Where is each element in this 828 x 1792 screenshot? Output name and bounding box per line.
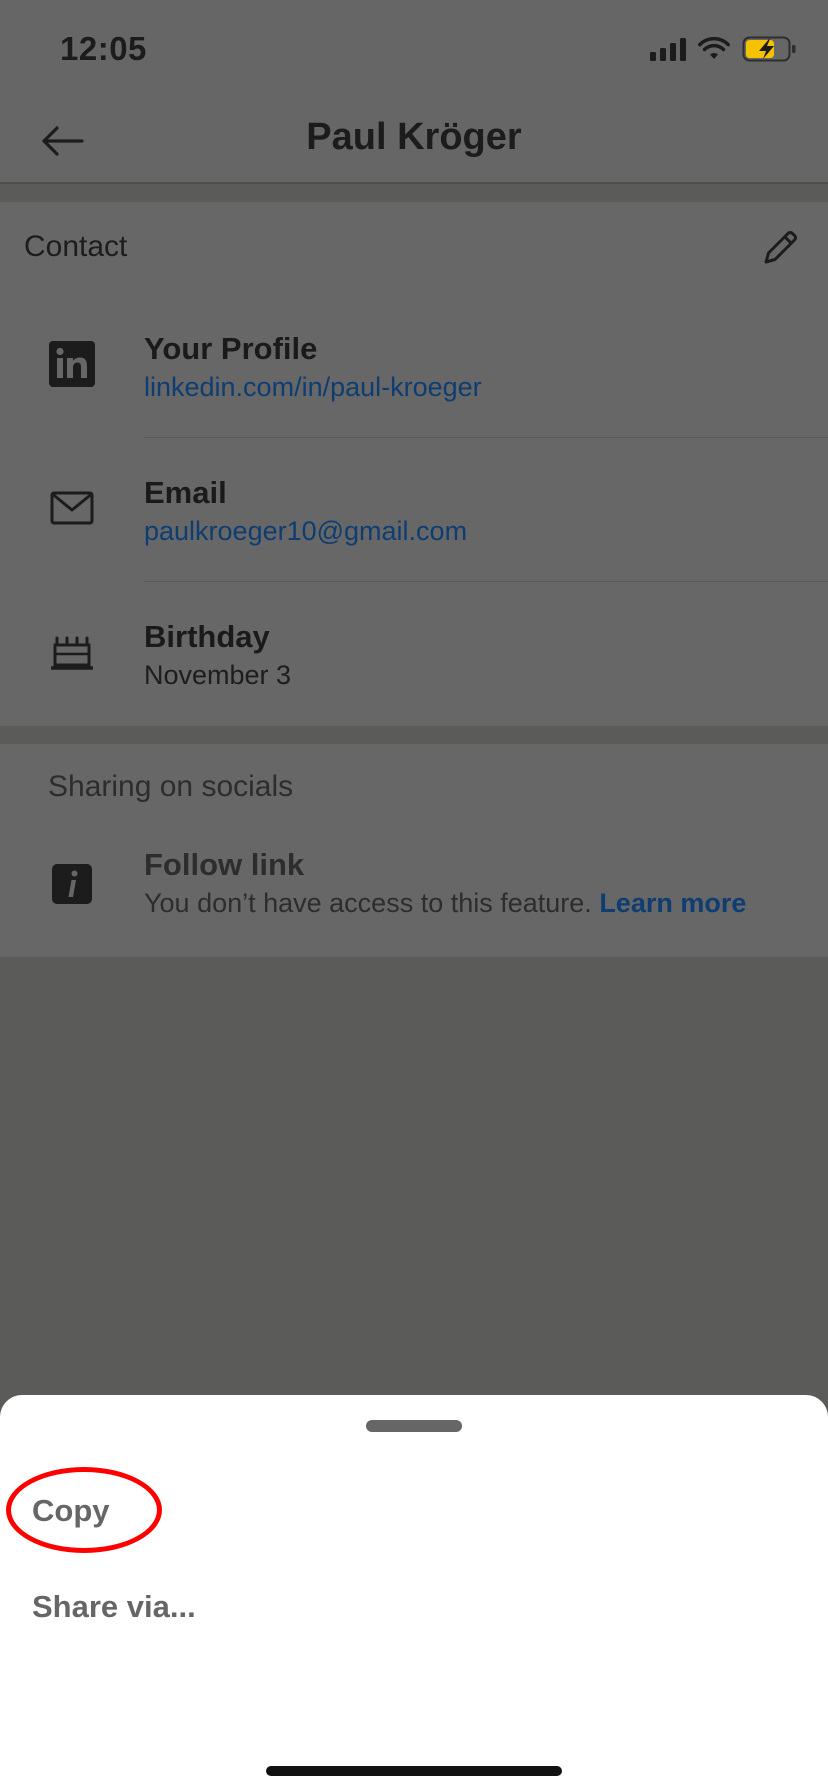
info-icon bbox=[44, 856, 100, 912]
page-title: Paul Kröger bbox=[306, 116, 522, 158]
contact-section-title: Contact bbox=[24, 230, 128, 263]
top-app-bar: Paul Kröger bbox=[0, 98, 828, 184]
follow-link-title: Follow link bbox=[144, 847, 305, 882]
profile-link[interactable]: linkedin.com/in/paul-kroeger bbox=[144, 368, 482, 406]
birthday-value: November 3 bbox=[144, 660, 292, 690]
learn-more-link[interactable]: Learn more bbox=[599, 888, 746, 918]
birthday-title: Birthday bbox=[144, 619, 270, 654]
follow-link-text: Follow link You don’t have access to thi… bbox=[144, 846, 746, 922]
contact-card: Contact Your Profile linkedin.com/in/pau… bbox=[0, 202, 828, 726]
battery-charging-icon bbox=[742, 36, 796, 62]
signal-icon bbox=[650, 37, 686, 61]
mail-icon bbox=[44, 480, 100, 536]
contact-row-email[interactable]: Email paulkroeger10@gmail.com bbox=[0, 438, 828, 582]
contact-row-profile[interactable]: Your Profile linkedin.com/in/paul-kroege… bbox=[0, 294, 828, 438]
share-via-option[interactable]: Share via... bbox=[32, 1589, 196, 1625]
action-bottom-sheet: Copy Share via... bbox=[0, 1395, 828, 1792]
email-title: Email bbox=[144, 475, 227, 510]
email-link[interactable]: paulkroeger10@gmail.com bbox=[144, 512, 467, 550]
status-bar: 12:05 bbox=[0, 0, 828, 98]
contact-row-birthday-text: Birthday November 3 bbox=[144, 618, 291, 694]
status-time: 12:05 bbox=[60, 30, 147, 67]
copy-option[interactable]: Copy bbox=[32, 1493, 110, 1529]
contact-row-email-text: Email paulkroeger10@gmail.com bbox=[144, 474, 467, 550]
pencil-icon bbox=[764, 231, 797, 264]
app-screen: 12:05 Paul Kröger Contact Your Profile l… bbox=[0, 0, 828, 1792]
profile-title: Your Profile bbox=[144, 331, 318, 366]
wifi-icon bbox=[698, 37, 730, 59]
linkedin-icon bbox=[44, 336, 100, 392]
follow-link-message: You don’t have access to this feature. bbox=[144, 888, 592, 918]
edit-contact-button[interactable] bbox=[756, 224, 804, 272]
socials-card: Sharing on socials Follow link You don’t… bbox=[0, 744, 828, 957]
cake-icon bbox=[44, 624, 100, 680]
contact-row-birthday: Birthday November 3 bbox=[0, 582, 828, 726]
follow-link-description: You don’t have access to this feature. L… bbox=[144, 884, 746, 922]
socials-section-title: Sharing on socials bbox=[48, 770, 294, 803]
sheet-grabber[interactable] bbox=[366, 1420, 462, 1432]
status-icons bbox=[650, 34, 798, 64]
contact-row-profile-text: Your Profile linkedin.com/in/paul-kroege… bbox=[144, 330, 482, 406]
follow-link-row: Follow link You don’t have access to thi… bbox=[0, 826, 828, 936]
home-indicator bbox=[266, 1766, 562, 1776]
